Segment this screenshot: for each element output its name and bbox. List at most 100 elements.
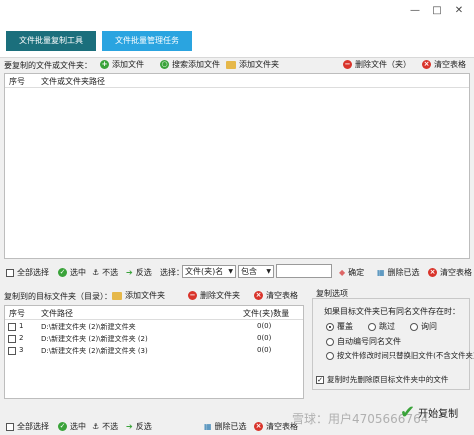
add-file-label: 添加文件 — [112, 60, 144, 69]
source-table-header: 序号 文件或文件夹路径 — [5, 74, 469, 88]
delete-before-label: 复制时先删除原目标文件夹中的文件 — [327, 375, 449, 384]
ask-label: 询问 — [421, 322, 437, 331]
radio-dot — [368, 322, 376, 331]
source-table[interactable]: 序号 文件或文件夹路径 — [4, 73, 470, 259]
checkmark-icon: ✔ — [400, 402, 416, 423]
ask-radio[interactable]: 询问 — [410, 321, 437, 332]
deselect-button[interactable]: ⚓ 不选 — [92, 267, 118, 278]
anchor-icon: ⚓ — [92, 422, 100, 431]
filter-input[interactable] — [276, 264, 332, 278]
target-table[interactable]: 序号 文件路径 文件(夹)数量 1 D:\新建文件夹 (2)\新建文件夹 0(0… — [4, 305, 304, 399]
skip-radio[interactable]: 跳过 — [368, 321, 395, 332]
row-checkbox[interactable] — [8, 347, 16, 355]
close-circle-icon: × — [254, 422, 263, 431]
delete-folder-button[interactable]: − 删除文件夹 — [188, 290, 240, 301]
maximize-icon[interactable]: □ — [426, 2, 448, 20]
start-copy-label: 开始复制 — [418, 409, 459, 420]
overwrite-label: 覆盖 — [337, 322, 353, 331]
folder-icon — [226, 60, 236, 69]
col-index: 序号 — [9, 77, 25, 86]
arrow-icon: ➔ — [126, 422, 133, 431]
row-path: D:\新建文件夹 (2)\新建文件夹 (3) — [41, 347, 148, 355]
skip-label: 跳过 — [379, 322, 395, 331]
invert-button[interactable]: ➔ 反选 — [126, 267, 152, 278]
mode-select[interactable]: 包含 ▼ — [238, 265, 274, 278]
checkbox-box — [6, 422, 14, 431]
delete-file-button[interactable]: − 删除文件（夹） — [343, 59, 411, 70]
delete-circle-icon: − — [343, 60, 352, 69]
search-add-file-button[interactable]: ○ 搜索添加文件 — [160, 59, 220, 70]
field-select[interactable]: 文件(夹)名 ▼ — [182, 265, 236, 278]
copy-options-question: 如果目标文件夹已有同名文件存在时： — [324, 307, 460, 316]
radio-dot — [326, 351, 334, 360]
table-row[interactable]: 3 D:\新建文件夹 (2)\新建文件夹 (3) 0(0) — [5, 345, 303, 356]
invert-label: 反选 — [135, 268, 152, 277]
checkbox-box — [316, 375, 324, 384]
minimize-icon[interactable]: — — [404, 2, 426, 20]
clear-filter-button[interactable]: × 清空表格 — [428, 267, 472, 278]
clear-filter-label: 清空表格 — [440, 268, 472, 277]
close-circle-icon: × — [428, 268, 437, 277]
row-count: 0(0) — [257, 322, 272, 330]
row-checkbox[interactable] — [8, 335, 16, 343]
bottom-select-label: 选中 — [70, 422, 86, 431]
bottom-invert-button[interactable]: ➔ 反选 — [126, 421, 152, 432]
col-count: 文件(夹)数量 — [243, 309, 290, 318]
choose-label: 选择： — [160, 268, 184, 277]
delete-circle-icon: − — [188, 291, 197, 300]
tab-file-manage[interactable]: 文件批量管理任务 — [102, 31, 192, 51]
tab-file-copy[interactable]: 文件批量复制工具 — [6, 31, 96, 51]
search-add-file-label: 搜索添加文件 — [172, 60, 220, 69]
start-copy-button[interactable]: ✔ 开始复制 — [400, 402, 458, 423]
col-path: 文件或文件夹路径 — [41, 77, 105, 86]
row-checkbox[interactable] — [8, 323, 16, 331]
plus-circle-icon: + — [100, 60, 109, 69]
close-circle-icon: × — [422, 60, 431, 69]
add-folder-button[interactable]: 添加文件夹 — [226, 59, 279, 70]
bottom-delete-selected-button[interactable]: ▦ 删除已选 — [204, 421, 247, 432]
add-target-folder-button[interactable]: 添加文件夹 — [112, 290, 165, 301]
anchor-icon: ⚓ — [92, 268, 100, 277]
auto-number-label: 自动编号同名文件 — [337, 337, 401, 346]
delete-selected-button[interactable]: ▦ 删除已选 — [377, 267, 420, 278]
select-all-checkbox[interactable]: 全部选择 — [6, 267, 49, 278]
bottom-deselect-button[interactable]: ⚓ 不选 — [92, 421, 118, 432]
table-row[interactable]: 2 D:\新建文件夹 (2)\新建文件夹 (2) 0(0) — [5, 333, 303, 344]
select-button[interactable]: ✓ 选中 — [58, 267, 86, 278]
auto-number-radio[interactable]: 自动编号同名文件 — [326, 336, 401, 347]
bottom-select-button[interactable]: ✓ 选中 — [58, 421, 86, 432]
delete-before-checkbox[interactable]: 复制时先删除原目标文件夹中的文件 — [316, 374, 449, 385]
search-icon: ○ — [160, 60, 169, 69]
confirm-label: 确定 — [348, 268, 365, 277]
source-label: 要复制的文件或文件夹： — [4, 61, 92, 70]
row-count: 0(0) — [257, 334, 272, 342]
grid-icon: ▦ — [377, 268, 385, 277]
grid-icon: ▦ — [204, 422, 212, 431]
bottom-select-all-checkbox[interactable]: 全部选择 — [6, 421, 49, 432]
check-circle-icon: ✓ — [58, 422, 67, 431]
overwrite-radio[interactable]: 覆盖 — [326, 321, 353, 332]
table-row[interactable]: 1 D:\新建文件夹 (2)\新建文件夹 0(0) — [5, 321, 303, 332]
row-index: 2 — [19, 334, 24, 342]
bottom-deselect-label: 不选 — [102, 422, 119, 431]
chevron-down-icon: ▼ — [266, 268, 271, 275]
chevron-down-icon: ▼ — [228, 268, 233, 275]
add-target-folder-label: 添加文件夹 — [125, 291, 165, 300]
replace-newer-radio[interactable]: 按文件修改时间只替换旧文件(不含文件夹) — [326, 350, 474, 361]
close-icon[interactable]: ✕ — [448, 2, 470, 20]
eraser-icon: ◆ — [339, 268, 346, 277]
clear-target-button[interactable]: × 清空表格 — [254, 290, 298, 301]
add-file-button[interactable]: + 添加文件 — [100, 59, 144, 70]
clear-source-button[interactable]: × 清空表格 — [422, 59, 466, 70]
arrow-icon: ➔ — [126, 268, 133, 277]
clear-source-label: 清空表格 — [434, 60, 466, 69]
mode-select-value: 包含 — [241, 267, 257, 276]
delete-file-label: 删除文件（夹） — [355, 60, 411, 69]
folder-icon — [112, 291, 122, 300]
checkbox-box — [6, 268, 14, 277]
bottom-select-all-label: 全部选择 — [17, 422, 49, 431]
bottom-invert-label: 反选 — [135, 422, 152, 431]
field-select-value: 文件(夹)名 — [185, 267, 224, 276]
target-table-header: 序号 文件路径 文件(夹)数量 — [5, 306, 303, 320]
confirm-button[interactable]: ◆ 确定 — [339, 267, 364, 278]
